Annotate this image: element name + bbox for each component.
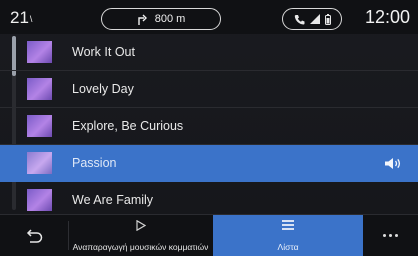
- media-screen: 21\ 800 m 12:00 Work It Out Lovely Day E…: [0, 0, 418, 256]
- signal-icon: [309, 14, 320, 24]
- list-button[interactable]: Λίστα: [213, 215, 363, 256]
- nav-distance: 800 m: [154, 13, 186, 25]
- track-row-playing[interactable]: Passion: [0, 145, 418, 182]
- play-icon: [135, 220, 146, 231]
- track-list: Work It Out Lovely Day Explore, Be Curio…: [0, 34, 418, 219]
- back-arrow-icon: [26, 228, 43, 243]
- temperature-readout: 21\: [10, 8, 32, 28]
- battery-icon: [324, 13, 331, 25]
- more-icon: [383, 234, 398, 237]
- track-title: Explore, Be Curious: [72, 119, 184, 133]
- temperature-value: 21: [10, 8, 29, 27]
- play-tracks-label: Αναπαραγωγή μουσικών κομματιών: [72, 242, 209, 252]
- track-title: Passion: [72, 156, 117, 170]
- clock: 12:00: [364, 7, 410, 27]
- track-row[interactable]: Lovely Day: [0, 71, 418, 108]
- temperature-unit: \: [29, 13, 33, 24]
- album-art-thumbnail: [27, 189, 52, 211]
- list-icon: [282, 220, 294, 230]
- track-title: Lovely Day: [72, 82, 134, 96]
- album-art-thumbnail: [27, 152, 52, 174]
- track-row[interactable]: Work It Out: [0, 34, 418, 71]
- navigation-hint[interactable]: 800 m: [101, 8, 221, 30]
- track-title: Work It Out: [72, 45, 135, 59]
- more-options-button[interactable]: [363, 215, 418, 256]
- album-art-thumbnail: [27, 115, 52, 137]
- album-art-thumbnail: [27, 41, 52, 63]
- phone-icon: [294, 14, 304, 24]
- back-button[interactable]: [0, 215, 68, 256]
- status-bar: 21\ 800 m 12:00: [0, 0, 418, 34]
- album-art-thumbnail: [27, 78, 52, 100]
- bottom-bar: Αναπαραγωγή μουσικών κομματιών Λίστα: [0, 214, 418, 256]
- list-label: Λίστα: [277, 242, 299, 252]
- track-row[interactable]: Explore, Be Curious: [0, 108, 418, 145]
- speaker-icon: [385, 158, 401, 169]
- track-title: We Are Family: [72, 193, 154, 207]
- connectivity-status[interactable]: [282, 8, 342, 30]
- play-tracks-button[interactable]: Αναπαραγωγή μουσικών κομματιών: [68, 215, 213, 256]
- turn-arrow-icon: [138, 14, 147, 25]
